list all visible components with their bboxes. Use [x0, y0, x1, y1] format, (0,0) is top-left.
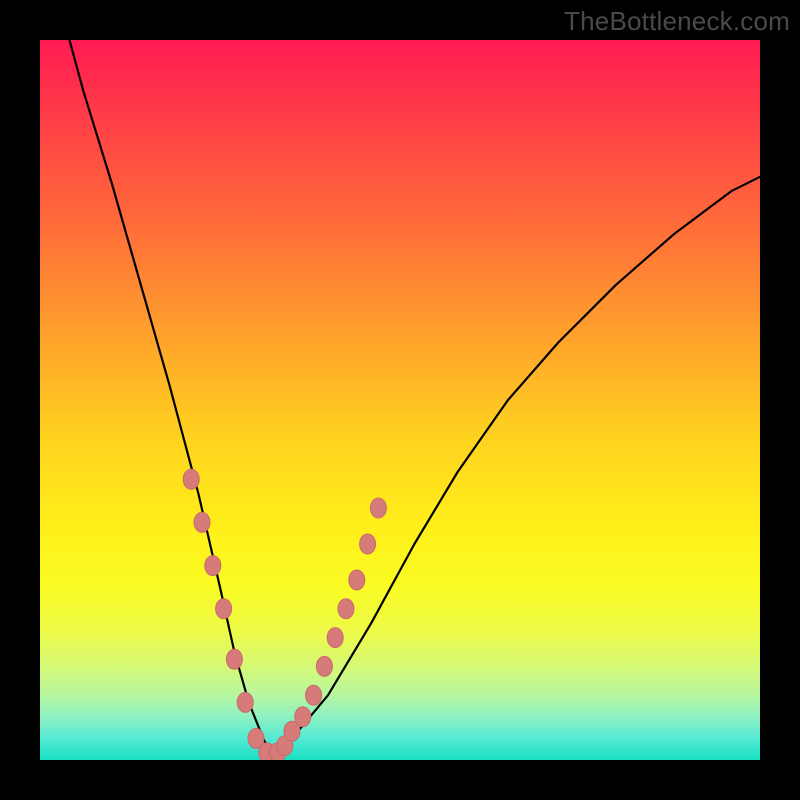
highlight-marker	[194, 512, 210, 532]
highlight-marker	[216, 599, 232, 619]
bottleneck-curve	[40, 40, 760, 753]
chart-stage: TheBottleneck.com	[0, 0, 800, 800]
highlight-markers	[183, 469, 386, 760]
highlight-marker	[316, 656, 332, 676]
highlight-marker	[237, 692, 253, 712]
highlight-marker	[183, 469, 199, 489]
highlight-marker	[327, 628, 343, 648]
highlight-marker	[349, 570, 365, 590]
plot-area	[40, 40, 760, 760]
highlight-marker	[306, 685, 322, 705]
highlight-marker	[370, 498, 386, 518]
highlight-marker	[295, 707, 311, 727]
chart-svg	[40, 40, 760, 760]
highlight-marker	[360, 534, 376, 554]
highlight-marker	[338, 599, 354, 619]
highlight-marker	[226, 649, 242, 669]
watermark-text: TheBottleneck.com	[564, 6, 790, 37]
highlight-marker	[205, 556, 221, 576]
